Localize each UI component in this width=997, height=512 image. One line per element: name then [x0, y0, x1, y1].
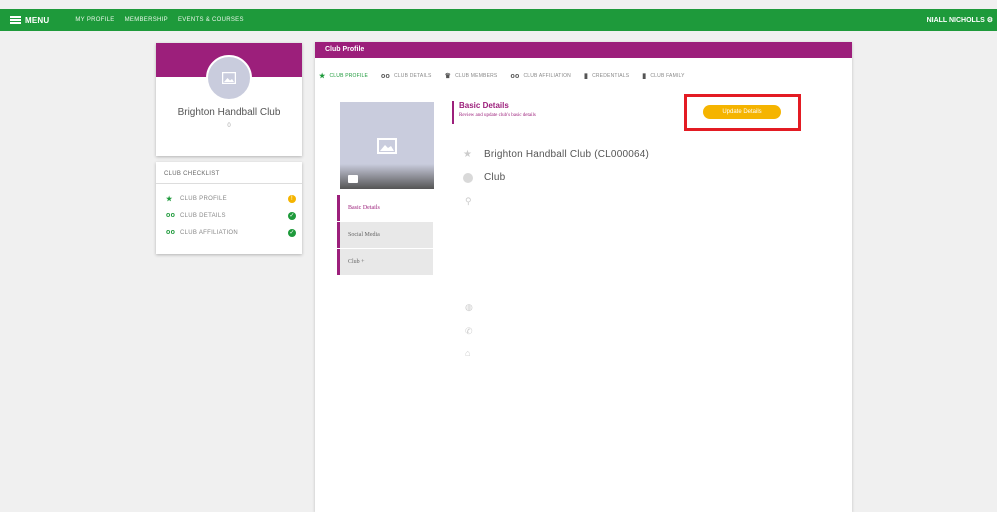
tab-label: CREDENTIALS: [592, 73, 630, 79]
globe-icon: ◍: [465, 302, 473, 312]
club-profile-panel: Club Profile ★ CLUB PROFILE oo CLUB DETA…: [315, 42, 852, 512]
side-tab-club-plus[interactable]: Club +: [337, 249, 433, 275]
update-details-button[interactable]: Update Details: [703, 105, 781, 119]
tab-label: CLUB DETAILS: [393, 73, 432, 79]
details-icon: oo: [381, 72, 390, 80]
star-icon: ★: [463, 149, 472, 160]
club-name: Brighton Handball Club: [177, 107, 281, 118]
tab-label: CLUB AFFILIATION: [523, 73, 571, 79]
checklist-title: CLUB CHECKLIST: [156, 162, 302, 184]
check-status-icon: ✓: [288, 228, 296, 237]
nav-membership[interactable]: MEMBERSHIP: [125, 17, 168, 23]
side-tab-social-media[interactable]: Social Media: [337, 222, 433, 248]
menu-label: MENU: [25, 15, 50, 25]
menu-button[interactable]: MENU: [10, 16, 49, 25]
star-icon: ★: [166, 196, 173, 203]
club-profile-card: Brighton Handball Club 0: [156, 43, 302, 156]
bookmark-icon: ▮: [584, 73, 589, 80]
details-icon: oo: [166, 212, 176, 219]
side-tab-basic-details[interactable]: Basic Details: [337, 195, 433, 221]
camera-icon[interactable]: [348, 175, 358, 183]
checklist-item-label: CLUB DETAILS: [180, 212, 226, 219]
tab-label: CLUB FAMILY: [650, 73, 685, 79]
club-type-row: Club: [463, 172, 505, 183]
club-full-name-row: ★ Brighton Handball Club (CL000064): [463, 149, 649, 160]
club-type: Club: [484, 172, 506, 183]
tab-label: CLUB PROFILE: [329, 73, 369, 79]
user-menu[interactable]: NIALL NICHOLLS ⚙: [927, 16, 993, 24]
section-side-tabs: Basic Details Social Media Club +: [337, 195, 433, 276]
affiliation-icon: oo: [510, 72, 520, 80]
section-title: Basic Details: [459, 101, 509, 110]
phone-icon: ✆: [465, 326, 473, 336]
tab-club-details[interactable]: oo CLUB DETAILS: [381, 73, 432, 80]
club-photo[interactable]: [340, 102, 434, 189]
top-nav-bar: MENU MY PROFILE MEMBERSHIP EVENTS & COUR…: [0, 9, 997, 31]
home-icon: ⌂: [465, 348, 471, 358]
checklist-item-label: CLUB PROFILE: [180, 196, 227, 202]
bookmark-icon: ▮: [642, 73, 647, 80]
checklist-item-club-affiliation[interactable]: oo CLUB AFFILIATION ✓: [166, 228, 296, 237]
info-icon: [463, 172, 473, 183]
club-full-name: Brighton Handball Club (CL000064): [484, 149, 650, 160]
tab-credentials[interactable]: ▮ CREDENTIALS: [584, 72, 629, 80]
checklist-item-label: CLUB AFFILIATION: [180, 229, 239, 236]
top-nav-links: MY PROFILE MEMBERSHIP EVENTS & COURSES: [75, 17, 253, 23]
image-placeholder-icon: [377, 137, 397, 154]
image-placeholder-icon: [222, 72, 236, 84]
location-pin-icon: ⚲: [465, 196, 472, 206]
warning-status-icon: !: [288, 195, 296, 203]
tab-club-profile[interactable]: ★ CLUB PROFILE: [319, 72, 368, 80]
nav-my-profile[interactable]: MY PROFILE: [75, 17, 114, 23]
check-status-icon: ✓: [288, 211, 296, 220]
tab-club-family[interactable]: ▮ CLUB FAMILY: [642, 72, 684, 80]
section-heading: Basic Details Review and update club's b…: [452, 101, 536, 124]
profile-tabs: ★ CLUB PROFILE oo CLUB DETAILS ♛ CLUB ME…: [319, 72, 698, 81]
tab-label: CLUB MEMBERS: [455, 73, 498, 79]
club-avatar[interactable]: [206, 55, 252, 101]
star-icon: ★: [319, 73, 326, 80]
club-subtext: 0: [227, 123, 231, 129]
panel-title: Club Profile: [315, 42, 852, 58]
nav-events-courses[interactable]: EVENTS & COURSES: [178, 17, 244, 23]
tab-club-affiliation[interactable]: oo CLUB AFFILIATION: [510, 73, 571, 80]
checklist-item-club-details[interactable]: oo CLUB DETAILS ✓: [166, 211, 296, 220]
members-icon: ♛: [444, 73, 452, 80]
hamburger-icon: [10, 16, 21, 24]
checklist-item-club-profile[interactable]: ★ CLUB PROFILE !: [166, 195, 296, 203]
section-description: Review and update club's basic details: [459, 113, 536, 118]
tab-club-members[interactable]: ♛ CLUB MEMBERS: [445, 72, 498, 80]
club-checklist-card: CLUB CHECKLIST ★ CLUB PROFILE ! oo CLUB …: [156, 162, 302, 254]
affiliation-icon: oo: [166, 229, 176, 236]
